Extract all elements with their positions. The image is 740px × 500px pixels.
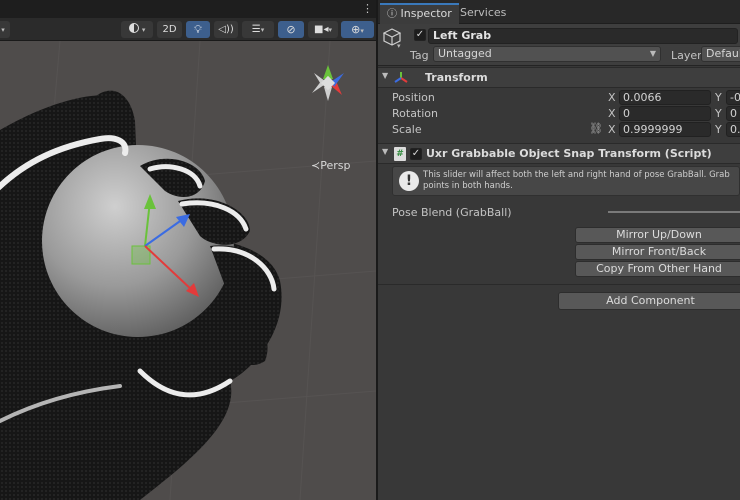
link-scale-icon[interactable]: ⛓: [589, 122, 603, 135]
transform-header[interactable]: ▼ Transform: [378, 67, 740, 88]
rotation-y-axis[interactable]: Y: [715, 107, 722, 120]
rotation-x-field[interactable]: 0: [619, 106, 711, 121]
scene-canvas[interactable]: ≺Persp: [0, 40, 376, 500]
foldout-arrow-icon[interactable]: ▼: [382, 147, 388, 156]
gizmos-dropdown[interactable]: ⊕▾: [341, 21, 374, 38]
scale-y-axis[interactable]: Y: [715, 123, 722, 136]
position-x-axis[interactable]: X: [608, 91, 616, 104]
tab-inspector[interactable]: ⓘ Inspector: [380, 3, 459, 24]
toggle-2d-button[interactable]: 2D: [157, 21, 182, 38]
script-enabled-checkbox[interactable]: ✓: [410, 148, 422, 160]
object-name-field[interactable]: Left Grab: [428, 28, 738, 44]
tab-services[interactable]: Services: [453, 3, 513, 24]
lighting-icon: 💡︎: [194, 23, 202, 36]
help-text: This slider will affect both the left an…: [423, 170, 730, 191]
audio-toggle[interactable]: ◁)): [214, 21, 238, 38]
scene-visibility-toggle[interactable]: ⊘: [278, 21, 304, 38]
tag-dropdown[interactable]: Untagged ▼: [433, 46, 661, 62]
active-checkbox[interactable]: ✓: [414, 29, 426, 41]
scale-y-field[interactable]: 0.9: [726, 122, 740, 137]
scale-x-axis[interactable]: X: [608, 123, 616, 136]
pose-blend-label: Pose Blend (GrabBall): [392, 206, 512, 219]
audio-icon: ◁)): [218, 24, 234, 35]
effects-dropdown[interactable]: ☰▾: [242, 21, 274, 38]
effects-icon: ☰: [251, 24, 261, 35]
shading-mode-icon: [128, 23, 139, 33]
position-y-axis[interactable]: Y: [715, 91, 722, 104]
object-header: ▾ ✓ Left Grab Tag Untagged▼ Layer Defaul…: [378, 24, 740, 66]
info-icon: ⓘ: [387, 9, 397, 20]
position-label[interactable]: Position: [392, 91, 435, 104]
rotation-y-field[interactable]: 0: [726, 106, 740, 121]
scene-toolbar: ⋮ ▾ ▾ 2D 💡︎ ◁)) ☰▾ ⊘ ■◂▾ ⊕▾: [0, 0, 376, 41]
camera-icon: ■◂: [314, 24, 329, 35]
layer-dropdown[interactable]: Default: [701, 46, 740, 62]
add-component-button[interactable]: Add Component: [558, 292, 740, 310]
component-separator: [378, 284, 740, 285]
perspective-label[interactable]: ≺Persp: [311, 159, 350, 172]
tool-dropdown-button[interactable]: ▾: [0, 21, 10, 38]
script-component-header[interactable]: ▼ # ✓ Uxr Grabbable Object Snap Transfor…: [378, 143, 740, 164]
transform-title: Transform: [425, 71, 488, 84]
visibility-icon: ⊘: [286, 23, 296, 36]
help-box: ! This slider will affect both the left …: [392, 166, 740, 196]
script-icon: #: [394, 147, 406, 161]
scale-x-field[interactable]: 0.9999999: [619, 122, 711, 137]
inspector-tab-bar: ⓘ Inspector Services: [378, 0, 740, 24]
tag-label: Tag: [410, 49, 429, 62]
position-x-field[interactable]: 0.0066: [619, 90, 711, 105]
shading-mode-dropdown[interactable]: ▾: [121, 21, 153, 38]
scale-label[interactable]: Scale: [392, 123, 422, 136]
scene-toolbar-row: ▾ ▾ 2D 💡︎ ◁)) ☰▾ ⊘ ■◂▾ ⊕▾: [0, 18, 376, 41]
rotation-label[interactable]: Rotation: [392, 107, 438, 120]
rotation-x-axis[interactable]: X: [608, 107, 616, 120]
foldout-arrow-icon[interactable]: ▼: [382, 71, 388, 80]
copy-from-other-hand-button[interactable]: Copy From Other Hand: [575, 261, 740, 277]
script-title: Uxr Grabbable Object Snap Transform (Scr…: [426, 147, 712, 160]
perspective-icon: ≺: [311, 159, 321, 172]
position-y-field[interactable]: -0: [726, 90, 740, 105]
inspector-panel: ⓘ Inspector Services ▾ ✓ Left Grab Tag U…: [378, 0, 740, 500]
transform-icon: [394, 72, 408, 83]
menu-dots-icon[interactable]: ⋮: [362, 2, 373, 15]
scene-tab-strip: ⋮: [0, 0, 376, 18]
mirror-up-down-button[interactable]: Mirror Up/Down: [575, 227, 740, 243]
layer-label: Layer: [671, 49, 702, 62]
camera-settings-dropdown[interactable]: ■◂▾: [308, 21, 338, 38]
orientation-gizmo-icon[interactable]: [312, 65, 344, 101]
scene-view[interactable]: ⋮ ▾ ▾ 2D 💡︎ ◁)) ☰▾ ⊘ ■◂▾ ⊕▾ ≺Persp: [0, 0, 376, 500]
pose-blend-slider[interactable]: [608, 211, 740, 213]
scene-render: [0, 40, 376, 500]
mirror-front-back-button[interactable]: Mirror Front/Back: [575, 244, 740, 260]
info-icon: !: [399, 171, 419, 191]
lighting-toggle[interactable]: 💡︎: [186, 21, 210, 38]
icon-dropdown-caret[interactable]: ▾: [397, 42, 401, 50]
gizmos-icon: ⊕: [351, 23, 361, 36]
